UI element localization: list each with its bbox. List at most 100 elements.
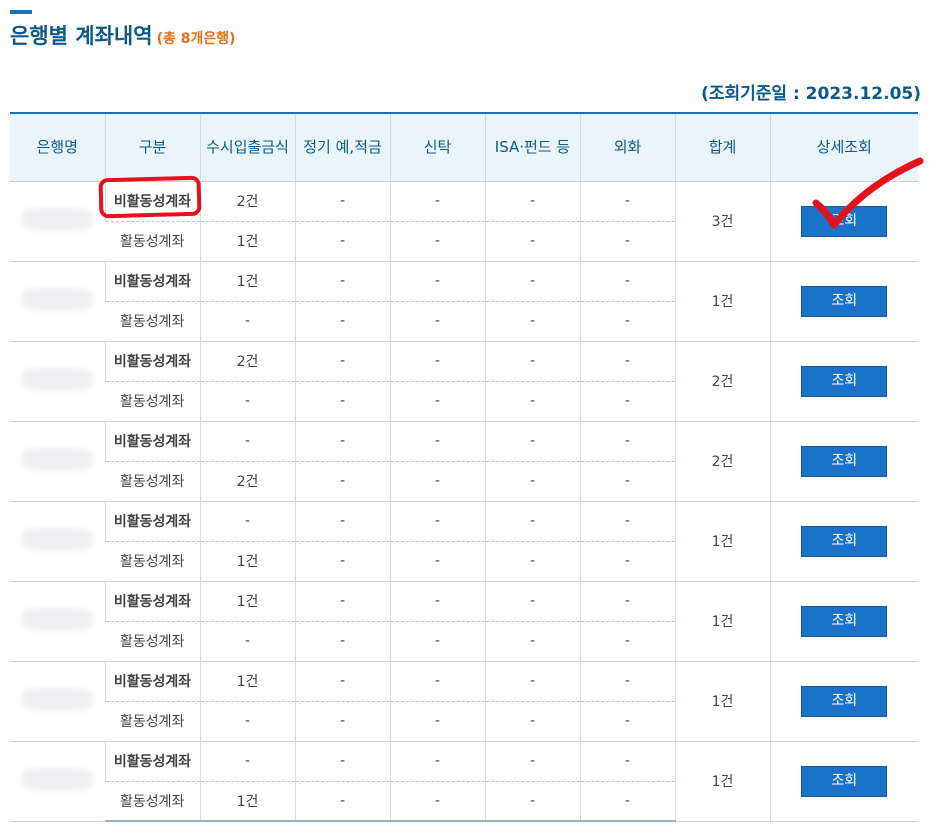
isa-fund-count: - — [484, 700, 580, 741]
account-type-inactive: 비활동성계좌 — [104, 580, 200, 621]
trust-count: - — [389, 660, 485, 701]
foreign-currency-count: - — [579, 780, 675, 822]
reference-date: (조회기준일 : 2023.12.05) — [701, 84, 921, 104]
view-details-button[interactable]: 조회 — [801, 205, 888, 237]
demand-deposit-count: - — [199, 740, 295, 781]
term-deposit-count: - — [294, 220, 390, 261]
table-header-row: 은행명 구분 수시입출금식 정기 예,적금 신탁 ISA·펀드 등 외화 합계 … — [10, 112, 918, 182]
bank-name-cell — [10, 180, 105, 262]
col-detail-view: 상세조회 — [769, 112, 918, 182]
trust-count: - — [389, 500, 485, 541]
demand-deposit-count: - — [199, 500, 295, 541]
isa-fund-count: - — [484, 620, 580, 661]
detail-view-cell: 조회 — [769, 500, 918, 582]
view-details-button[interactable]: 조회 — [801, 365, 888, 397]
demand-deposit-count: 1건 — [199, 580, 295, 621]
detail-view-cell: 조회 — [769, 260, 918, 342]
col-trust: 신탁 — [389, 112, 485, 182]
foreign-currency-count: - — [579, 220, 675, 261]
account-type-inactive: 비활동성계좌 — [104, 740, 200, 781]
account-type-active: 활동성계좌 — [105, 620, 200, 661]
bank-name-cell — [10, 340, 105, 422]
col-demand-deposit: 수시입출금식 — [199, 112, 295, 182]
foreign-currency-count: - — [579, 500, 675, 541]
isa-fund-count: - — [484, 420, 580, 461]
term-deposit-count: - — [294, 260, 390, 301]
view-details-button[interactable]: 조회 — [801, 605, 888, 637]
term-deposit-count: - — [294, 180, 390, 221]
demand-deposit-count: 2건 — [199, 340, 295, 381]
term-deposit-count: - — [294, 420, 390, 461]
term-deposit-count: - — [294, 700, 390, 741]
col-foreign-currency: 외화 — [579, 112, 675, 182]
trust-count: - — [389, 260, 485, 301]
blurred-bank-name — [21, 688, 94, 710]
detail-view-cell: 조회 — [769, 740, 918, 822]
table-row: 비활동성계좌 2건 - - - -3건 조회 — [10, 180, 918, 262]
account-type-inactive: 비활동성계좌 — [104, 420, 200, 461]
table-row: 비활동성계좌 1건 - - - -1건 조회 — [10, 580, 918, 662]
detail-view-cell: 조회 — [769, 340, 918, 422]
isa-fund-count: - — [484, 500, 580, 541]
demand-deposit-count: 2건 — [199, 460, 295, 501]
term-deposit-count: - — [294, 540, 390, 581]
isa-fund-count: - — [484, 740, 580, 781]
term-deposit-count: - — [294, 780, 390, 822]
isa-fund-count: - — [484, 180, 580, 221]
account-type-inactive: 비활동성계좌 — [104, 340, 200, 381]
foreign-currency-count: - — [579, 380, 675, 421]
bank-accounts-table: 은행명 구분 수시입출금식 정기 예,적금 신탁 ISA·펀드 등 외화 합계 … — [10, 112, 918, 822]
demand-deposit-count: - — [199, 420, 295, 461]
table-row: 비활동성계좌 2건 - - - -2건 조회 — [10, 340, 918, 422]
blurred-bank-name — [21, 368, 94, 390]
foreign-currency-count: - — [579, 300, 675, 341]
isa-fund-count: - — [484, 380, 580, 421]
detail-view-cell: 조회 — [769, 180, 918, 262]
col-type: 구분 — [104, 112, 200, 182]
trust-count: - — [389, 700, 485, 741]
foreign-currency-count: - — [579, 340, 675, 381]
col-isa-fund: ISA·펀드 등 — [484, 112, 580, 182]
view-details-button[interactable]: 조회 — [801, 445, 888, 477]
trust-count: - — [389, 540, 485, 581]
foreign-currency-count: - — [579, 740, 675, 781]
term-deposit-count: - — [294, 460, 390, 501]
table-row: 비활동성계좌 - - - - -1건 조회 — [10, 740, 918, 822]
demand-deposit-count: 1건 — [199, 260, 295, 301]
term-deposit-count: - — [294, 380, 390, 421]
view-details-button[interactable]: 조회 — [801, 525, 888, 557]
account-type-active: 활동성계좌 — [105, 540, 200, 581]
blurred-bank-name — [21, 608, 94, 630]
total-count: 1건 — [674, 740, 770, 822]
account-type-active: 활동성계좌 — [105, 700, 200, 741]
isa-fund-count: - — [484, 300, 580, 341]
detail-view-cell: 조회 — [769, 660, 918, 742]
view-details-button[interactable]: 조회 — [801, 685, 888, 717]
isa-fund-count: - — [484, 780, 580, 822]
bank-count-note: (총 8개은행) — [156, 31, 236, 47]
isa-fund-count: - — [484, 340, 580, 381]
title-accent-bar — [10, 10, 32, 14]
page-title: 은행별 계좌내역 (총 8개은행) — [10, 20, 236, 50]
col-total: 합계 — [674, 112, 770, 182]
foreign-currency-count: - — [579, 580, 675, 621]
account-type-inactive: 비활동성계좌 — [104, 180, 200, 221]
bank-name-cell — [10, 580, 105, 662]
trust-count: - — [389, 780, 485, 822]
total-count: 1건 — [674, 580, 770, 662]
table-row: 비활동성계좌 - - - - -1건 조회 — [10, 500, 918, 582]
term-deposit-count: - — [294, 620, 390, 661]
trust-count: - — [389, 460, 485, 501]
view-details-button[interactable]: 조회 — [801, 765, 888, 797]
demand-deposit-count: - — [199, 620, 295, 661]
trust-count: - — [389, 580, 485, 621]
term-deposit-count: - — [294, 580, 390, 621]
total-count: 2건 — [674, 420, 770, 502]
demand-deposit-count: - — [199, 380, 295, 421]
account-type-inactive: 비활동성계좌 — [104, 660, 200, 701]
demand-deposit-count: - — [199, 700, 295, 741]
view-details-button[interactable]: 조회 — [801, 285, 888, 317]
table-row: 비활동성계좌 1건 - - - -1건 조회 — [10, 660, 918, 742]
foreign-currency-count: - — [579, 660, 675, 701]
term-deposit-count: - — [294, 340, 390, 381]
